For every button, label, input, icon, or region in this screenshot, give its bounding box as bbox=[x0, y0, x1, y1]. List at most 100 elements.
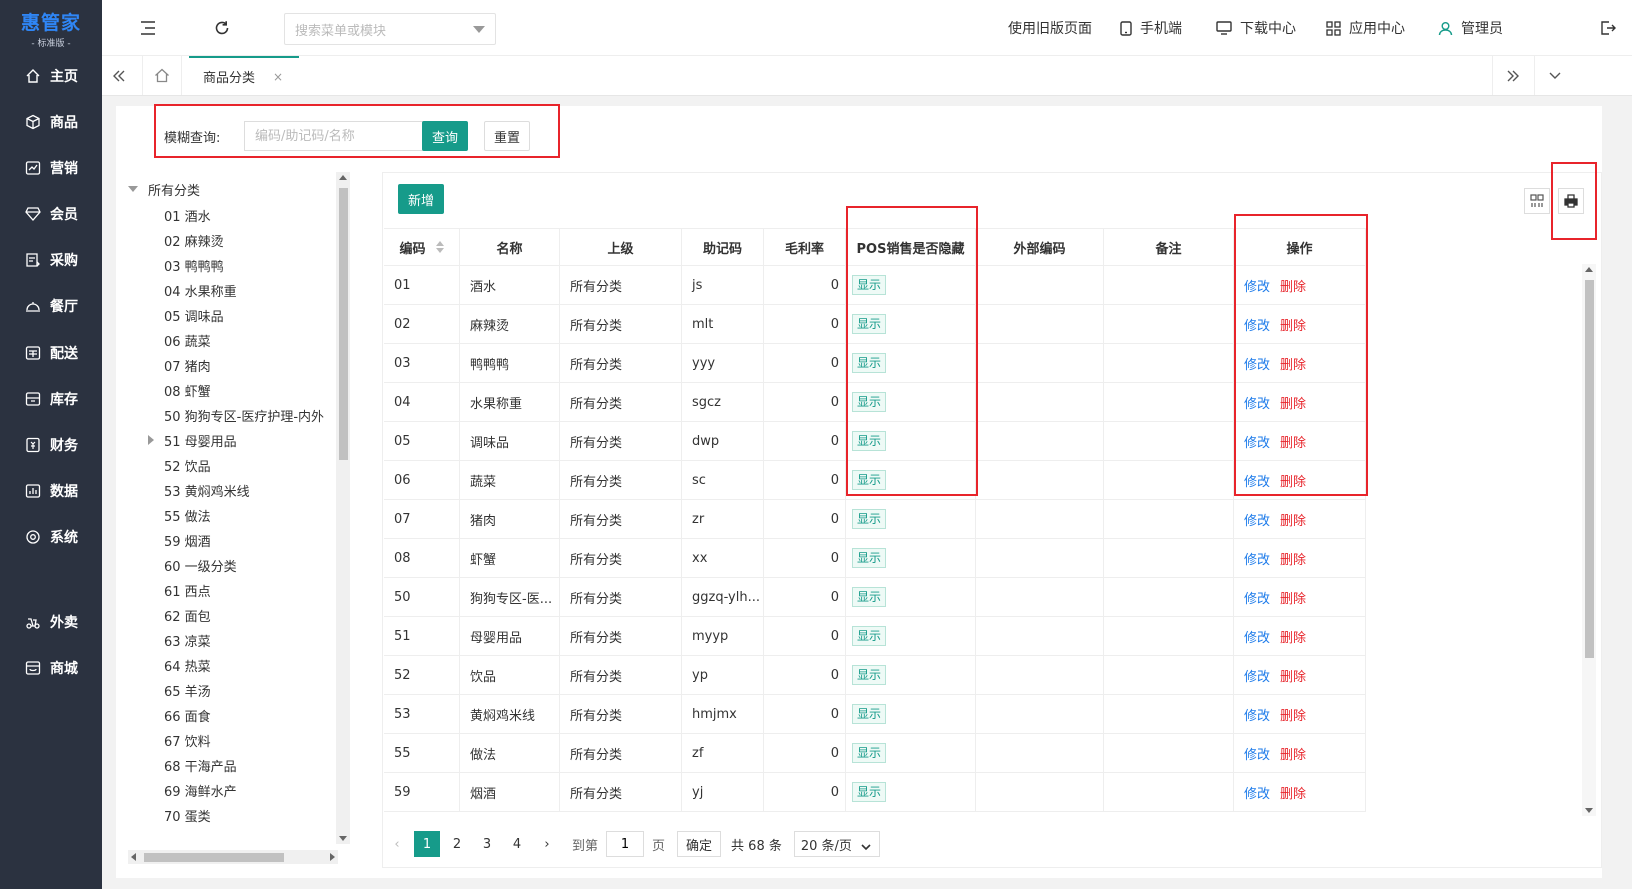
tree-vertical-scrollbar[interactable] bbox=[336, 172, 350, 844]
add-category-button[interactable]: 新增 bbox=[398, 184, 444, 214]
delete-link[interactable]: 删除 bbox=[1280, 705, 1306, 724]
sidebar-item-8[interactable]: 财务 bbox=[0, 425, 102, 465]
scroll-down-arrow-icon[interactable] bbox=[339, 836, 347, 841]
tree-horizontal-scrollbar[interactable] bbox=[128, 850, 338, 864]
delete-link[interactable]: 删除 bbox=[1280, 276, 1306, 295]
sidebar-item-3[interactable]: 会员 bbox=[0, 194, 102, 234]
mobile-link[interactable]: 手机端 bbox=[1120, 0, 1182, 56]
edit-link[interactable]: 修改 bbox=[1244, 276, 1270, 295]
table-vertical-scrollbar[interactable] bbox=[1582, 264, 1596, 816]
tree-item[interactable]: 65 羊汤 bbox=[164, 677, 211, 703]
sort-icon[interactable] bbox=[435, 241, 444, 253]
sidebar-item-7[interactable]: 库存 bbox=[0, 379, 102, 419]
table-scroll-thumb[interactable] bbox=[1585, 280, 1594, 658]
edit-link[interactable]: 修改 bbox=[1244, 588, 1270, 607]
home-tab-icon[interactable] bbox=[142, 56, 182, 95]
edit-link[interactable]: 修改 bbox=[1244, 510, 1270, 529]
edit-link[interactable]: 修改 bbox=[1244, 315, 1270, 334]
tree-item[interactable]: 67 饮料 bbox=[164, 727, 211, 753]
edit-link[interactable]: 修改 bbox=[1244, 549, 1270, 568]
tree-item[interactable]: 50 狗狗专区-医疗护理-内外 bbox=[164, 402, 324, 428]
sidebar-item-6[interactable]: 配送 bbox=[0, 333, 102, 373]
edit-link[interactable]: 修改 bbox=[1244, 471, 1270, 490]
menu-search-select[interactable]: 搜索菜单或模块 bbox=[284, 13, 496, 45]
delete-link[interactable]: 删除 bbox=[1280, 588, 1306, 607]
tree-item[interactable]: 51 母婴用品 bbox=[148, 427, 237, 453]
scroll-left-arrow-icon[interactable] bbox=[131, 853, 136, 861]
menu-toggle-icon[interactable] bbox=[138, 18, 158, 38]
edit-link[interactable]: 修改 bbox=[1244, 666, 1270, 685]
delete-link[interactable]: 删除 bbox=[1280, 510, 1306, 529]
prev-page-icon[interactable]: ‹ bbox=[384, 831, 410, 857]
tabs-scroll-left-icon[interactable] bbox=[102, 56, 136, 95]
edit-link[interactable]: 修改 bbox=[1244, 627, 1270, 646]
tab-close-icon[interactable]: × bbox=[273, 70, 283, 84]
tree-item[interactable]: 62 面包 bbox=[164, 602, 211, 628]
tree-item[interactable]: 08 虾蟹 bbox=[164, 377, 211, 403]
tree-scroll-thumb[interactable] bbox=[339, 188, 348, 460]
sidebar-item-12[interactable]: 商城 bbox=[0, 648, 102, 688]
tree-item[interactable]: 64 热菜 bbox=[164, 652, 211, 678]
page-number-3[interactable]: 3 bbox=[474, 831, 500, 857]
tree-item[interactable]: 70 蛋类 bbox=[164, 802, 211, 828]
refresh-icon[interactable] bbox=[212, 18, 232, 38]
tree-item[interactable]: 07 猪肉 bbox=[164, 352, 211, 378]
logout-icon[interactable] bbox=[1598, 18, 1618, 38]
page-number-2[interactable]: 2 bbox=[444, 831, 470, 857]
download-center-link[interactable]: 下载中心 bbox=[1216, 0, 1296, 56]
delete-link[interactable]: 删除 bbox=[1280, 354, 1306, 373]
sidebar-item-11[interactable]: 外卖 bbox=[0, 602, 102, 642]
sidebar-item-1[interactable]: 商品 bbox=[0, 102, 102, 142]
delete-link[interactable]: 删除 bbox=[1280, 432, 1306, 451]
delete-link[interactable]: 删除 bbox=[1280, 393, 1306, 412]
app-logo[interactable]: 惠管家 - 标准版 - bbox=[0, 0, 102, 56]
sidebar-item-2[interactable]: 营销 bbox=[0, 148, 102, 188]
reset-button[interactable]: 重置 bbox=[484, 121, 530, 151]
tree-item[interactable]: 68 干海产品 bbox=[164, 752, 237, 778]
tree-hscroll-thumb[interactable] bbox=[144, 853, 284, 862]
app-center-link[interactable]: 应用中心 bbox=[1326, 0, 1405, 56]
column-settings-icon[interactable] bbox=[1524, 188, 1550, 214]
tree-item[interactable]: 61 西点 bbox=[164, 577, 211, 603]
tree-root[interactable]: 所有分类 bbox=[128, 176, 200, 202]
tree-item[interactable]: 06 蔬菜 bbox=[164, 327, 211, 353]
sidebar-item-0[interactable]: 主页 bbox=[0, 56, 102, 96]
sidebar-item-9[interactable]: 数据 bbox=[0, 471, 102, 511]
table-scroll-down-icon[interactable] bbox=[1585, 808, 1593, 813]
sidebar-item-4[interactable]: 采购 bbox=[0, 240, 102, 280]
delete-link[interactable]: 删除 bbox=[1280, 627, 1306, 646]
tree-collapsed-icon[interactable] bbox=[148, 435, 154, 445]
page-size-select[interactable]: 20 条/页 bbox=[793, 831, 880, 857]
tree-item[interactable]: 04 水果称重 bbox=[164, 277, 237, 303]
tree-expand-icon[interactable] bbox=[128, 186, 138, 192]
tabs-menu-chevron-down-icon[interactable] bbox=[1534, 56, 1574, 95]
tree-item[interactable]: 05 调味品 bbox=[164, 302, 224, 328]
fuzzy-query-input[interactable] bbox=[244, 121, 424, 151]
tree-item[interactable]: 63 凉菜 bbox=[164, 627, 211, 653]
edit-link[interactable]: 修改 bbox=[1244, 432, 1270, 451]
scroll-up-arrow-icon[interactable] bbox=[339, 175, 347, 180]
query-button[interactable]: 查询 bbox=[422, 121, 468, 151]
sidebar-item-5[interactable]: 餐厅 bbox=[0, 286, 102, 326]
edit-link[interactable]: 修改 bbox=[1244, 354, 1270, 373]
delete-link[interactable]: 删除 bbox=[1280, 471, 1306, 490]
tree-item[interactable]: 69 海鲜水产 bbox=[164, 777, 237, 803]
delete-link[interactable]: 删除 bbox=[1280, 666, 1306, 685]
tree-item[interactable]: 03 鸭鸭鸭 bbox=[164, 252, 224, 278]
edit-link[interactable]: 修改 bbox=[1244, 783, 1270, 802]
print-icon[interactable] bbox=[1558, 188, 1584, 214]
old-version-link[interactable]: 使用旧版页面 bbox=[1008, 0, 1092, 56]
tree-item[interactable]: 52 饮品 bbox=[164, 452, 211, 478]
delete-link[interactable]: 删除 bbox=[1280, 315, 1306, 334]
edit-link[interactable]: 修改 bbox=[1244, 744, 1270, 763]
goto-page-input[interactable] bbox=[606, 831, 645, 857]
tree-item[interactable]: 02 麻辣烫 bbox=[164, 227, 224, 253]
tree-item[interactable]: 55 做法 bbox=[164, 502, 211, 528]
delete-link[interactable]: 删除 bbox=[1280, 783, 1306, 802]
tree-item[interactable]: 60 一级分类 bbox=[164, 552, 237, 578]
tree-item[interactable]: 59 烟酒 bbox=[164, 527, 211, 553]
page-number-4[interactable]: 4 bbox=[504, 831, 530, 857]
sidebar-item-10[interactable]: 系统 bbox=[0, 517, 102, 557]
column-header-0[interactable]: 编码 bbox=[384, 228, 460, 266]
page-number-1[interactable]: 1 bbox=[414, 831, 440, 857]
